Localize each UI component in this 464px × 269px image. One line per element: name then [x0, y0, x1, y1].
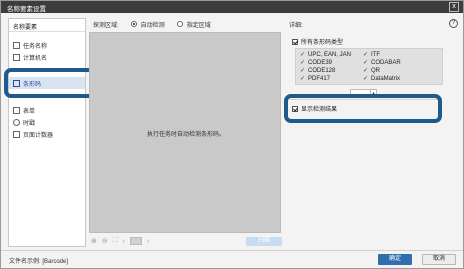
- code-label: PDF417: [308, 75, 331, 82]
- detail-label: 详细:: [289, 23, 303, 29]
- preview-area: 执行任务时自动检测条形码。: [89, 32, 281, 233]
- sidebar: 名称要素 任务名称 计算机名 条形码 表单 时戳 页面计数器: [8, 18, 86, 247]
- specify-area-radio[interactable]: [176, 21, 183, 27]
- code-label: CODABAR: [371, 59, 401, 66]
- check-icon: ✓: [300, 68, 306, 74]
- check-icon: ✓: [300, 60, 306, 66]
- filename-example: 文件名示例: [Barcode]: [9, 259, 69, 265]
- sidebar-header: 名称要素: [9, 19, 85, 32]
- window-title: 名称要素设置: [7, 6, 46, 13]
- all-types-label: 所有条形码类型: [301, 40, 344, 46]
- check-icon: ✓: [300, 76, 306, 82]
- title-bar: 名称要素设置 x: [1, 1, 463, 13]
- zoom-in-icon[interactable]: ⊕: [91, 237, 97, 245]
- clock-icon: [13, 118, 20, 126]
- sidebar-item-page-counter[interactable]: 页面计数器: [13, 129, 53, 139]
- sidebar-item-computer-name[interactable]: 计算机名: [13, 52, 47, 62]
- zoom-toolbar: ⊕ ⊖ ⛶ ‹ ›: [91, 236, 149, 246]
- code-label: CODE128: [308, 67, 336, 74]
- sidebar-item-task-name[interactable]: 任务名称: [13, 40, 47, 50]
- code-code128: ✓ CODE128: [300, 67, 336, 75]
- next-icon[interactable]: ›: [147, 238, 149, 245]
- check-icon: ✓: [363, 60, 369, 66]
- help-icon[interactable]: ?: [449, 19, 458, 28]
- code-label: CODE39: [308, 59, 333, 66]
- code-codabar: ✓ CODABAR: [363, 59, 401, 67]
- counter-icon: [13, 130, 20, 138]
- scan-button[interactable]: 扫描: [246, 237, 282, 246]
- computer-icon: [13, 53, 20, 61]
- check-icon: ✓: [363, 68, 369, 74]
- code-datamatrix: ✓ DataMatrix: [363, 75, 401, 83]
- check-icon: ✓: [363, 52, 369, 58]
- code-qr: ✓ QR: [363, 67, 380, 75]
- footer-divider: [1, 250, 463, 251]
- code-itf: ✓ ITF: [363, 51, 380, 59]
- code-label: UPC, EAN, JAN: [308, 51, 352, 58]
- all-barcode-types[interactable]: 所有条形码类型: [292, 37, 343, 46]
- check-icon: ✓: [300, 52, 306, 58]
- ok-button[interactable]: 确定: [378, 254, 412, 265]
- code-pdf417: ✓ PDF417: [300, 75, 331, 83]
- auto-detect-radio[interactable]: [130, 21, 137, 27]
- fit-icon[interactable]: ⛶: [113, 237, 118, 245]
- sidebar-item-label: 表单: [23, 108, 36, 115]
- close-icon[interactable]: x: [449, 2, 459, 12]
- specify-area-label: 指定区域: [186, 22, 211, 29]
- document-icon: [13, 41, 20, 49]
- prev-icon[interactable]: ‹: [123, 238, 125, 245]
- detect-area-label: 探测区域:: [93, 22, 119, 29]
- barcode-types-box: ✓ UPC, EAN, JAN ✓ ITF ✓ CODE39 ✓ CODABAR ✓ CO…: [295, 48, 443, 85]
- auto-detect-label: 自动检测: [140, 22, 165, 29]
- code-upc: ✓ UPC, EAN, JAN: [300, 51, 352, 59]
- sidebar-item-label: 任务名称: [23, 43, 48, 50]
- show-result-highlight: [284, 94, 442, 123]
- cancel-button[interactable]: 取消: [422, 254, 456, 265]
- barcode-item-highlight: [4, 68, 98, 98]
- sidebar-item-timestamp[interactable]: 时戳: [13, 117, 35, 127]
- sidebar-item-label: 页面计数器: [23, 132, 54, 139]
- settings-dialog: 名称要素设置 x 名称要素 任务名称 计算机名 条形码 表单 时戳 页面计数器: [0, 0, 464, 269]
- sidebar-item-label: 时戳: [23, 120, 36, 127]
- code-label: QR: [371, 67, 380, 74]
- form-icon: [13, 106, 20, 114]
- preview-message: 执行任务时自动检测条形码。: [146, 132, 225, 138]
- detect-area-toolbar: 探测区域: 自动检测 指定区域: [93, 19, 211, 29]
- page-thumbnail[interactable]: [130, 237, 142, 245]
- code-code39: ✓ CODE39: [300, 59, 333, 67]
- code-label: ITF: [371, 51, 380, 58]
- sidebar-item-label: 计算机名: [23, 55, 48, 62]
- code-label: DataMatrix: [371, 75, 401, 82]
- all-types-checkbox[interactable]: [292, 38, 298, 45]
- zoom-out-icon[interactable]: ⊖: [102, 237, 108, 245]
- sidebar-item-form[interactable]: 表单: [13, 105, 35, 115]
- check-icon: ✓: [363, 76, 369, 82]
